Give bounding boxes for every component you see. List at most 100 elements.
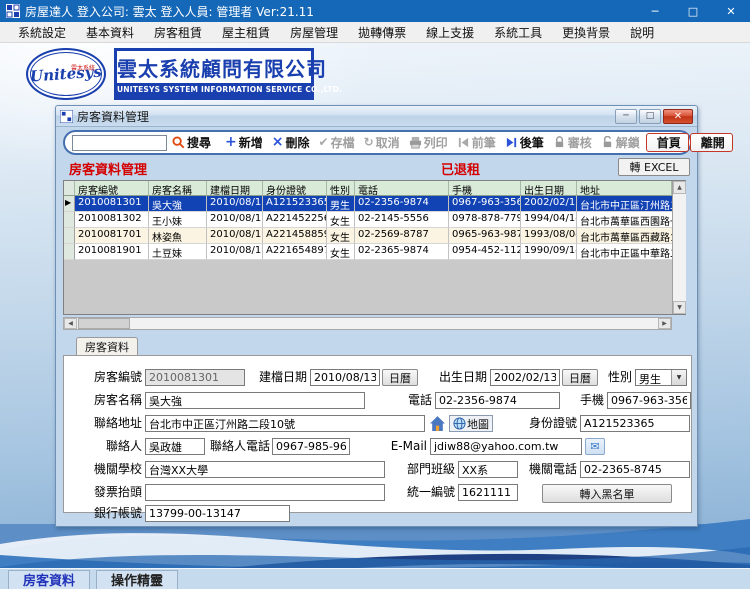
bank-account-input[interactable] (145, 505, 290, 522)
menu-help[interactable]: 說明 (620, 22, 664, 43)
phone-input[interactable] (435, 392, 560, 409)
menu-voucher-transfer[interactable]: 拋轉傳票 (348, 22, 416, 43)
house-icon[interactable] (429, 415, 446, 432)
col-header-national-id[interactable]: 身份證號 (263, 181, 327, 196)
tax-id-input[interactable] (458, 484, 518, 501)
tab-tenant-data[interactable]: 房客資料 (8, 569, 91, 589)
menu-online-support[interactable]: 線上支援 (416, 22, 484, 43)
school-label: 機關學校 (93, 462, 142, 476)
tenant-name-input[interactable] (145, 392, 365, 409)
cell-address: 台北市中正區汀州路二段 (577, 196, 672, 212)
cell-gender: 女生 (327, 212, 355, 228)
unlock-button[interactable]: 解鎖 (597, 133, 644, 153)
branding: Unitesys 雲太系統 雲太系統顧問有限公司 UNITESYS SYSTEM… (26, 48, 342, 100)
print-button[interactable]: 列印 (405, 133, 452, 153)
scroll-up-icon[interactable]: ▲ (673, 181, 686, 194)
col-header-birth[interactable]: 出生日期 (521, 181, 577, 196)
contact-address-input[interactable] (145, 415, 425, 432)
scroll-right-icon[interactable]: ▶ (658, 318, 671, 329)
cell-mobile: 0978-878-779 (449, 212, 521, 228)
tenant-id-input[interactable] (145, 369, 245, 386)
row-pointer-icon: ▶ (64, 196, 75, 212)
main-titlebar: 房屋達人 登入公司: 雲太 登入人員: 管理者 Ver:21.11 ─ □ ✕ (0, 0, 750, 22)
inner-titlebar: 房客資料管理 ─ □ ✕ (56, 106, 697, 127)
col-header-tenant-id[interactable]: 房客編號 (75, 181, 149, 196)
add-button[interactable]: + 新增 (221, 133, 267, 153)
table-row[interactable]: 2010081701 林姿魚 2010/08/17 A221458859 女生 … (64, 228, 672, 244)
menu-house-management[interactable]: 房屋管理 (280, 22, 348, 43)
created-date-input[interactable] (310, 369, 380, 386)
status-label-retired: 已退租 (441, 163, 481, 178)
mobile-input[interactable] (607, 392, 691, 409)
department-input[interactable] (458, 461, 518, 478)
scroll-down-icon[interactable]: ▼ (673, 301, 686, 314)
cancel-button[interactable]: ↻ 取消 (360, 133, 404, 153)
map-button[interactable]: 地圖 (449, 415, 493, 432)
cell-phone: 02-2356-9874 (355, 196, 449, 212)
inner-minimize-icon[interactable]: ─ (615, 108, 637, 124)
inner-maximize-icon[interactable]: □ (639, 108, 661, 124)
school-input[interactable] (145, 461, 385, 478)
col-header-phone[interactable]: 電話 (355, 181, 449, 196)
contact-phone-input[interactable] (272, 438, 350, 455)
table-row[interactable]: ▶ 2010081301 吳大強 2010/08/13 A121523365 男… (64, 196, 672, 212)
mail-icon[interactable]: ✉ (585, 438, 605, 455)
inner-close-icon[interactable]: ✕ (663, 108, 693, 124)
col-header-name[interactable]: 房客名稱 (149, 181, 207, 196)
scroll-left-icon[interactable]: ◀ (64, 318, 77, 329)
maximize-icon[interactable]: □ (674, 0, 712, 22)
company-name-en: UNITESYS SYSTEM INFORMATION SERVICE CO.,… (117, 83, 342, 97)
vertical-scrollbar[interactable]: ▲ ▼ (672, 181, 686, 314)
menu-system-settings[interactable]: 系統設定 (8, 22, 76, 43)
menu-owner-lease[interactable]: 屋主租賃 (212, 22, 280, 43)
tab-operation-wizard[interactable]: 操作精靈 (96, 569, 179, 589)
previous-icon (458, 137, 468, 148)
gender-select[interactable]: 男生 ▼ (635, 369, 687, 386)
cell-name: 王小妹 (149, 212, 207, 228)
home-button[interactable]: 首頁 (645, 133, 689, 152)
national-id-input[interactable] (580, 415, 690, 432)
save-button[interactable]: ✔ 存檔 (315, 133, 359, 153)
bottom-tab-bar: 房客資料 操作精靈 (0, 568, 750, 589)
birth-calendar-button[interactable]: 日曆 (562, 369, 598, 386)
screen: 房屋達人 登入公司: 雲太 登入人員: 管理者 Ver:21.11 ─ □ ✕ … (0, 0, 750, 589)
export-excel-button[interactable]: 轉 EXCEL (618, 158, 690, 176)
col-header-mobile[interactable]: 手機 (449, 181, 521, 196)
tab-tenant-detail[interactable]: 房客資料 (76, 337, 138, 356)
invoice-title-input[interactable] (145, 484, 385, 501)
next-record-button[interactable]: 後筆 (501, 133, 548, 153)
blacklist-button[interactable]: 轉入黑名單 (542, 484, 672, 503)
menu-change-background[interactable]: 更換背景 (552, 22, 620, 43)
menu-basic-data[interactable]: 基本資料 (76, 22, 144, 43)
menu-tenant-lease[interactable]: 房客租賃 (144, 22, 212, 43)
chevron-down-icon[interactable]: ▼ (671, 370, 686, 385)
col-header-address[interactable]: 地址 (577, 181, 672, 196)
col-header-created[interactable]: 建檔日期 (207, 181, 263, 196)
printer-icon (409, 136, 421, 149)
created-calendar-button[interactable]: 日曆 (382, 369, 418, 386)
cell-address: 台北市萬華區西藏路100 (577, 228, 672, 244)
national-id-label: 身份證號 (528, 416, 577, 430)
email-input[interactable] (430, 438, 582, 455)
birth-date-input[interactable] (490, 369, 560, 386)
horizontal-scrollbar[interactable]: ◀ ▶ (63, 317, 672, 330)
col-header-gender[interactable]: 性別 (327, 181, 355, 196)
table-row[interactable]: 2010081901 土豆妹 2010/08/19 A221654897 女生 … (64, 244, 672, 260)
bank-account-label: 銀行帳號 (93, 506, 142, 520)
delete-button[interactable]: × 刪除 (268, 133, 314, 153)
minimize-icon[interactable]: ─ (636, 0, 674, 22)
close-icon[interactable]: ✕ (712, 0, 750, 22)
search-input[interactable] (72, 134, 167, 151)
table-row[interactable]: 2010081302 王小妹 2010/08/13 A221452256 女生 … (64, 212, 672, 228)
previous-record-button[interactable]: 前筆 (453, 133, 500, 153)
audit-button[interactable]: 審核 (549, 133, 596, 153)
exit-button[interactable]: 離開 (689, 133, 733, 152)
cell-name: 林姿魚 (149, 228, 207, 244)
menu-system-tools[interactable]: 系統工具 (484, 22, 552, 43)
contact-person-input[interactable] (145, 438, 205, 455)
scrollbar-thumb[interactable] (78, 318, 130, 329)
search-button[interactable]: 搜尋 (168, 133, 215, 153)
org-phone-input[interactable] (580, 461, 690, 478)
cell-created: 2010/08/17 (207, 228, 263, 244)
company-name-zh: 雲太系統顧問有限公司 (117, 57, 327, 81)
